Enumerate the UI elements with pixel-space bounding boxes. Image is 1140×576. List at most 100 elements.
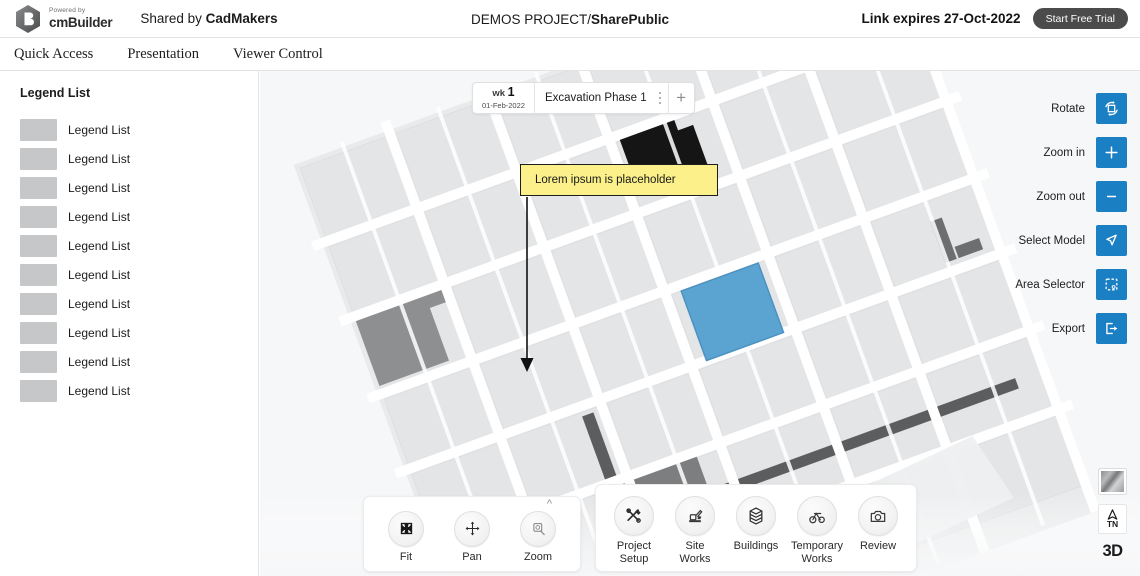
- rotate-row: Rotate: [1015, 93, 1127, 124]
- link-expiry-label: Link expires 27-Oct-2022: [861, 11, 1020, 26]
- legend-item-label: Legend List: [68, 268, 130, 282]
- buildings-label: Buildings: [734, 540, 779, 552]
- nav-item-quick-access[interactable]: Quick Access: [14, 46, 93, 63]
- list-item[interactable]: Legend List: [20, 144, 258, 173]
- start-free-trial-button[interactable]: Start Free Trial: [1033, 8, 1128, 29]
- rotate-icon: [1103, 100, 1120, 117]
- legend-color-swatch: [20, 380, 57, 402]
- zoom-in-button[interactable]: [1096, 137, 1127, 168]
- rotate-label: Rotate: [1051, 103, 1085, 115]
- rotate-button[interactable]: [1096, 93, 1127, 124]
- bottom-toolbars: ^ Fit: [363, 484, 917, 572]
- header-right-group: Link expires 27-Oct-2022 Start Free Tria…: [861, 8, 1140, 29]
- legend-color-swatch: [20, 119, 57, 141]
- list-item[interactable]: Legend List: [20, 289, 258, 318]
- annotation-callout[interactable]: Lorem ipsum is placeholder: [520, 164, 718, 196]
- project-separator: /: [587, 12, 591, 27]
- project-scope-label: SharePublic: [591, 12, 669, 27]
- pan-button-circle: [454, 511, 490, 547]
- brand-name-label: cmBuilder: [49, 16, 112, 30]
- legend-item-label: Legend List: [68, 123, 130, 137]
- minimap-thumbnail[interactable]: [1098, 468, 1127, 495]
- project-setup-circle: [614, 496, 654, 536]
- shared-by-prefix: Shared by: [140, 11, 205, 26]
- plus-icon: [1103, 144, 1120, 161]
- select-model-row: Select Model: [1015, 225, 1127, 256]
- list-item[interactable]: Legend List: [20, 202, 258, 231]
- zoom-in-label: Zoom in: [1043, 147, 1085, 159]
- temporary-works-label: Temporary Works: [791, 540, 843, 565]
- legend-item-label: Legend List: [68, 210, 130, 224]
- brand-text: Powered by cmBuilder: [49, 8, 112, 29]
- fit-button-label: Fit: [400, 551, 412, 563]
- app-header: Powered by cmBuilder Shared by CadMakers…: [0, 0, 1140, 38]
- brand-logo[interactable]: Powered by cmBuilder: [0, 4, 112, 34]
- zoom-out-label: Zoom out: [1036, 191, 1085, 203]
- legend-item-label: Legend List: [68, 239, 130, 253]
- legend-sidebar: Legend List Legend List Legend List Lege…: [0, 71, 259, 576]
- list-item[interactable]: Legend List: [20, 318, 258, 347]
- app-root: Powered by cmBuilder Shared by CadMakers…: [0, 0, 1140, 576]
- export-row: Export: [1015, 313, 1127, 344]
- brand-powered-label: Powered by: [49, 8, 112, 15]
- buildings-circle: [736, 496, 776, 536]
- crane-icon: [807, 506, 827, 526]
- legend-item-label: Legend List: [68, 152, 130, 166]
- annotation-callout-text: Lorem ipsum is placeholder: [535, 174, 676, 186]
- nav-item-viewer-control[interactable]: Viewer Control: [233, 46, 323, 63]
- legend-item-label: Legend List: [68, 181, 130, 195]
- week-label-row: wk 1: [492, 86, 514, 99]
- legend-item-label: Legend List: [68, 355, 130, 369]
- model-viewer-canvas[interactable]: wk 1 01-Feb-2022 Excavation Phase 1 + Lo…: [260, 71, 1140, 576]
- legend-color-swatch: [20, 322, 57, 344]
- legend-color-swatch: [20, 351, 57, 373]
- select-model-button[interactable]: [1096, 225, 1127, 256]
- export-button[interactable]: [1096, 313, 1127, 344]
- area-selector-label: Area Selector: [1015, 279, 1085, 291]
- navigation-tools-panel: ^ Fit: [363, 496, 581, 572]
- view-widgets-group: TN 3D: [1098, 468, 1127, 560]
- list-item[interactable]: Legend List: [20, 260, 258, 289]
- list-item[interactable]: Legend List: [20, 173, 258, 202]
- site-works-button[interactable]: Site Works: [669, 496, 721, 565]
- temporary-works-button[interactable]: Temporary Works: [791, 496, 843, 565]
- week-label: wk: [492, 88, 505, 99]
- fit-button[interactable]: Fit: [382, 511, 430, 563]
- legend-color-swatch: [20, 264, 57, 286]
- add-phase-button[interactable]: +: [669, 83, 694, 113]
- fit-button-circle: [388, 511, 424, 547]
- legend-color-swatch: [20, 148, 57, 170]
- legend-list-rows: Legend List Legend List Legend List Lege…: [20, 115, 258, 405]
- cmbuilder-hex-logo-icon: [14, 4, 42, 34]
- north-arrow-compass[interactable]: TN: [1098, 504, 1127, 534]
- buildings-stack-icon: [746, 506, 766, 526]
- excavator-icon: [685, 506, 705, 526]
- list-item[interactable]: Legend List: [20, 115, 258, 144]
- area-selector-button[interactable]: [1096, 269, 1127, 300]
- pan-button[interactable]: Pan: [448, 511, 496, 563]
- minimap-image: [1101, 471, 1124, 492]
- nav-item-presentation[interactable]: Presentation: [127, 46, 199, 63]
- category-tools-panel: Project Setup Site Works: [595, 484, 917, 572]
- legend-color-swatch: [20, 177, 57, 199]
- list-item[interactable]: Legend List: [20, 376, 258, 405]
- view-mode-3d-toggle[interactable]: 3D: [1102, 543, 1122, 560]
- pan-button-label: Pan: [462, 551, 482, 563]
- viewer-tools-toolbar: Rotate Zoom in: [1015, 93, 1127, 344]
- zoom-out-button[interactable]: [1096, 181, 1127, 212]
- week-selector[interactable]: wk 1 01-Feb-2022: [473, 83, 535, 113]
- legend-color-swatch: [20, 293, 57, 315]
- list-item[interactable]: Legend List: [20, 347, 258, 376]
- zoom-in-row: Zoom in: [1015, 137, 1127, 168]
- zoom-tool-button[interactable]: Zoom: [514, 511, 562, 563]
- magnifier-icon: [530, 520, 547, 537]
- phase-options-kebab-icon[interactable]: [653, 83, 669, 113]
- project-setup-button[interactable]: Project Setup: [608, 496, 660, 565]
- cursor-arrow-icon: [1103, 232, 1120, 249]
- list-item[interactable]: Legend List: [20, 231, 258, 260]
- buildings-button[interactable]: Buildings: [730, 496, 782, 552]
- tab-excavation-phase-1[interactable]: Excavation Phase 1: [535, 83, 653, 113]
- legend-list-title: Legend List: [20, 86, 258, 100]
- review-button[interactable]: Review: [852, 496, 904, 552]
- chevron-up-icon[interactable]: ^: [547, 499, 552, 510]
